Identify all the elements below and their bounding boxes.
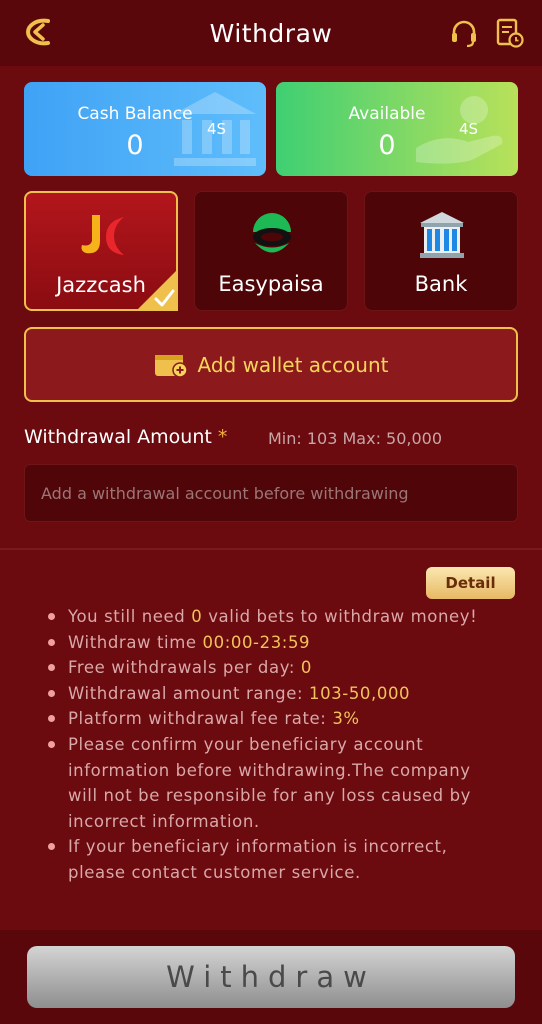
jazzcash-logo-icon [81,215,124,255]
add-wallet-button[interactable]: Add wallet account [24,327,518,402]
amount-range-hint: Min: 103 Max: 50,000 [268,429,443,448]
back-icon[interactable] [22,15,56,49]
section-divider [0,548,542,550]
method-easypaisa-label: Easypaisa [218,272,324,296]
easypaisa-logo-icon [253,213,291,253]
withdraw-button[interactable]: Withdraw [27,946,515,1008]
required-mark: * [217,426,228,448]
withdraw-rules-list: You still need 0 valid bets to withdraw … [44,604,504,886]
rule-withdraw-time: Withdraw time 00:00-23:59 [44,630,504,656]
add-wallet-label: Add wallet account [197,352,389,377]
rule-valid-bets: You still need 0 valid bets to withdraw … [44,604,504,630]
rule-confirm-account: Please confirm your beneficiary account … [44,732,504,834]
method-bank-label: Bank [414,272,468,296]
header-bar: Withdraw [0,0,542,66]
detail-button[interactable]: Detail [426,567,515,599]
method-jazzcash[interactable]: Jazzcash [24,191,178,311]
rule-free-withdrawals: Free withdrawals per day: 0 [44,655,504,681]
cash-balance-card: Cash Balance 0 4S [24,82,266,176]
withdrawal-amount-text: Withdrawal Amount [24,426,212,448]
available-balance-tag: 4S [459,120,479,138]
method-easypaisa[interactable]: Easypaisa [194,191,348,311]
cash-balance-tag: 4S [207,120,227,138]
selected-check-icon [136,269,178,311]
withdrawal-amount-label: Withdrawal Amount * [24,426,227,448]
rule-contact-service: If your beneficiary information is incor… [44,834,504,885]
method-bank[interactable]: Bank [364,191,518,311]
page-title: Withdraw [209,18,333,48]
withdrawal-amount-input[interactable] [24,464,518,522]
history-icon[interactable] [495,17,525,49]
bank-building-icon [420,212,464,258]
headset-icon[interactable] [448,17,480,49]
rule-amount-range: Withdrawal amount range: 103-50,000 [44,681,504,707]
rule-fee-rate: Platform withdrawal fee rate: 3% [44,706,504,732]
wallet-add-icon [154,354,188,378]
available-balance-card: Available 0 4S [276,82,518,176]
